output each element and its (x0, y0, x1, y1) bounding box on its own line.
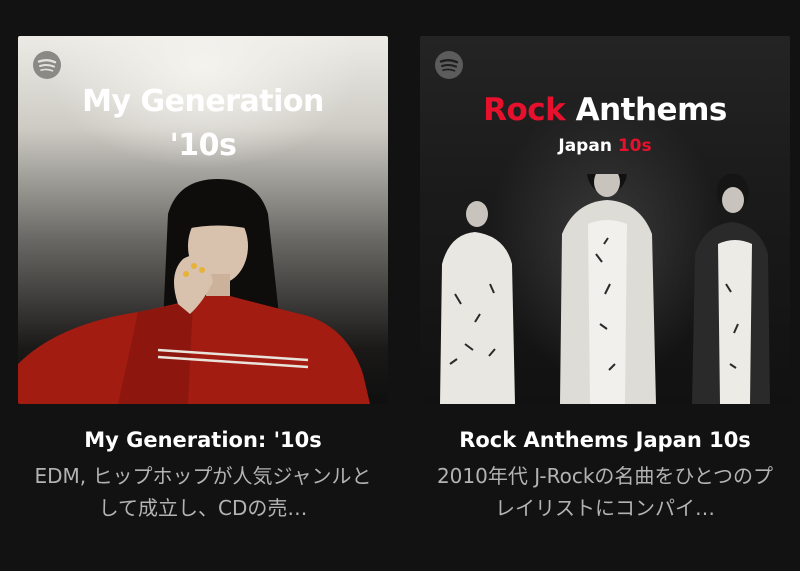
playlist-cover-my-generation[interactable]: My Generation '10s (18, 36, 388, 404)
cover-subtitle-accent: 10s (617, 136, 652, 156)
spotify-icon (33, 51, 61, 79)
playlist-card-my-generation[interactable]: My Generation '10s My Generation: '10s E… (18, 36, 388, 524)
cover-title-accent: Rock (483, 92, 566, 128)
playlist-description: 2010年代 J-Rockの名曲をひとつのプレイリストにコンパイ… (436, 464, 774, 520)
cover-subtitle: Japan 10s (420, 136, 790, 156)
playlist-title[interactable]: Rock Anthems Japan 10s (420, 428, 790, 452)
cover-title-rest: Anthems (565, 92, 728, 128)
cover-photo-person (18, 179, 370, 404)
cover-subtitle-main: Japan (558, 136, 618, 156)
cover-title: My Generation (82, 84, 324, 119)
cover-subtitle: '10s (169, 128, 237, 163)
spotify-icon (435, 51, 463, 79)
playlist-title[interactable]: My Generation: '10s (18, 428, 388, 452)
playlist-grid: My Generation '10s My Generation: '10s E… (0, 0, 800, 571)
playlist-description: EDM, ヒップホップが人気ジャンルとして成立し、CDの売… (34, 464, 372, 520)
playlist-cover-rock-anthems-japan[interactable]: Rock Anthems Japan 10s (420, 36, 790, 404)
cover-photo-band (440, 174, 770, 404)
playlist-card-rock-anthems-japan[interactable]: Rock Anthems Japan 10s Rock Anthems Japa… (420, 36, 790, 524)
cover-title: Rock Anthems (420, 92, 790, 128)
